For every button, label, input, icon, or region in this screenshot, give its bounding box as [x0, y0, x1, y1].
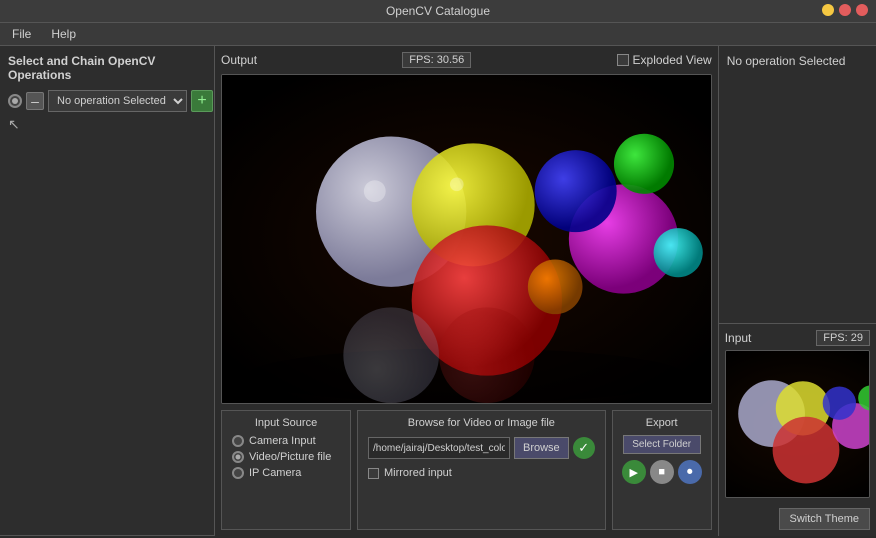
operation-select[interactable]: No operation Selected: [48, 90, 187, 112]
minimize-button[interactable]: [822, 4, 834, 16]
menu-help[interactable]: Help: [47, 26, 80, 42]
input-fps: FPS: 29: [816, 330, 870, 346]
export-panel: Export Select Folder ▶ ■ ⏺: [612, 410, 712, 530]
window-controls: [822, 4, 868, 16]
file-path-input[interactable]: [368, 437, 510, 459]
output-fps: FPS: 30.56: [402, 52, 471, 68]
browse-title: Browse for Video or Image file: [368, 417, 595, 429]
output-label: Output: [221, 53, 257, 67]
input-label: Input: [725, 331, 752, 345]
browse-row: Browse ✓: [368, 437, 595, 459]
ornament-scene: [222, 75, 711, 403]
input-header: Input FPS: 29: [725, 330, 870, 346]
panel-title: Select and Chain OpenCV Operations: [8, 54, 206, 82]
output-video: [221, 74, 712, 404]
exploded-checkbox[interactable]: [617, 54, 629, 66]
exploded-row: Exploded View: [617, 53, 712, 67]
center-panel: Output FPS: 30.56 Exploded View: [215, 46, 718, 536]
ornament-svg: [222, 75, 711, 403]
bottom-section: Input Source Camera Input Video/Picture …: [221, 410, 712, 530]
maximize-button[interactable]: [839, 4, 851, 16]
main-layout: Select and Chain OpenCV Operations – No …: [0, 46, 876, 536]
video-label: Video/Picture file: [249, 451, 331, 463]
operations-panel: Select and Chain OpenCV Operations – No …: [0, 46, 214, 536]
right-panel: No operation Selected Input FPS: 29: [718, 46, 876, 536]
play-button[interactable]: ▶: [622, 460, 646, 484]
app-title: OpenCV Catalogue: [386, 4, 490, 18]
confirm-icon: ✓: [573, 437, 595, 459]
ip-camera-option[interactable]: IP Camera: [232, 467, 340, 479]
mirrored-label: Mirrored input: [384, 467, 452, 479]
add-operation-button[interactable]: +: [191, 90, 213, 112]
video-input-option[interactable]: Video/Picture file: [232, 451, 340, 463]
input-preview-area: Input FPS: 29: [719, 324, 876, 504]
menu-bar: File Help: [0, 23, 876, 46]
input-preview-svg: [726, 351, 869, 497]
switch-theme-button[interactable]: Switch Theme: [779, 508, 871, 530]
ip-camera-label: IP Camera: [249, 467, 301, 479]
browse-panel: Browse for Video or Image file Browse ✓ …: [357, 410, 606, 530]
left-panel: Select and Chain OpenCV Operations – No …: [0, 46, 215, 536]
remove-operation-button[interactable]: –: [26, 92, 44, 110]
camera-radio[interactable]: [232, 435, 244, 447]
cursor-indicator: ↖: [8, 112, 206, 137]
no-operation-text: No operation Selected: [727, 54, 846, 68]
video-radio[interactable]: [232, 451, 244, 463]
operation-radio[interactable]: [8, 94, 22, 108]
title-bar: OpenCV Catalogue: [0, 0, 876, 23]
input-source-panel: Input Source Camera Input Video/Picture …: [221, 410, 351, 530]
close-button[interactable]: [856, 4, 868, 16]
no-operation-area: No operation Selected: [719, 46, 876, 324]
output-header: Output FPS: 30.56 Exploded View: [221, 52, 712, 68]
camera-input-option[interactable]: Camera Input: [232, 435, 340, 447]
browse-button[interactable]: Browse: [514, 437, 569, 459]
record-button[interactable]: ⏺: [678, 460, 702, 484]
input-preview: [725, 350, 870, 498]
input-source-title: Input Source: [232, 417, 340, 429]
media-controls: ▶ ■ ⏺: [622, 460, 702, 484]
operation-row: – No operation Selected +: [8, 90, 206, 112]
stop-button[interactable]: ■: [650, 460, 674, 484]
mirrored-checkbox[interactable]: [368, 468, 379, 479]
export-title: Export: [646, 417, 678, 429]
mirrored-row: Mirrored input: [368, 467, 595, 479]
ip-camera-radio[interactable]: [232, 467, 244, 479]
exploded-label: Exploded View: [633, 53, 712, 67]
select-folder-button[interactable]: Select Folder: [623, 435, 701, 454]
camera-label: Camera Input: [249, 435, 316, 447]
menu-file[interactable]: File: [8, 26, 35, 42]
